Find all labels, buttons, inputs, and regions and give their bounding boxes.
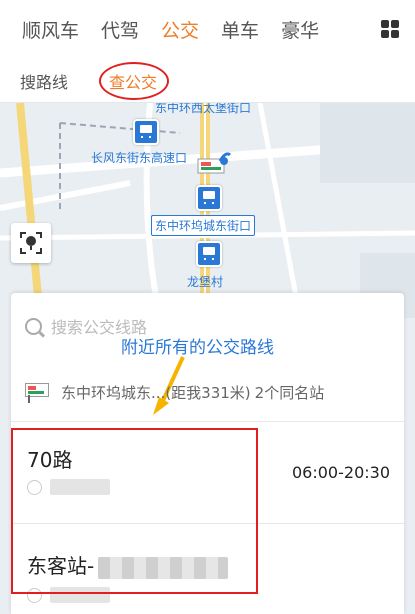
annotation-text: 附近所有的公交路线 (121, 338, 274, 358)
bus-station-icon (25, 383, 49, 403)
tab-shunfengche[interactable]: 顺风车 (22, 16, 79, 43)
grid-menu-icon[interactable] (381, 20, 399, 38)
stop-label[interactable]: 东中环西太堡街口 (155, 103, 251, 116)
highlight-box (11, 428, 258, 594)
stop-label[interactable]: 长风东街东高速口 (91, 149, 187, 166)
station-marker-icon (197, 152, 232, 174)
divider (11, 421, 404, 422)
locate-button[interactable] (11, 223, 51, 263)
station-same-name: 2个同名站 (254, 383, 325, 402)
nearby-station[interactable]: 东中环坞城东... (距我331米) 2个同名站 (25, 380, 395, 404)
top-nav: 顺风车 代驾 公交 单车 豪华 (0, 0, 415, 58)
bus-stop-icon[interactable] (196, 185, 222, 211)
stop-label[interactable]: 龙堡村 (187, 273, 223, 290)
locate-icon (20, 232, 42, 254)
map-view[interactable]: 东中环西太堡街口 长风东街东高速口 东中环坞城东街口 龙堡村 (0, 103, 415, 318)
tab-bike[interactable]: 单车 (221, 16, 259, 43)
search-icon (25, 317, 42, 335)
station-distance: (距我331米) (165, 383, 251, 402)
tab-daijia[interactable]: 代驾 (101, 16, 139, 43)
highlight-ellipse (99, 62, 169, 100)
bus-stop-icon[interactable] (196, 241, 222, 267)
bus-stop-icon[interactable] (133, 119, 159, 145)
station-name: 东中环坞城东... (61, 383, 166, 402)
tab-luxury[interactable]: 豪华 (281, 16, 319, 43)
stop-label-selected[interactable]: 东中环坞城东街口 (151, 215, 256, 236)
tab-bus[interactable]: 公交 (161, 16, 199, 43)
subtab-search-route[interactable]: 搜路线 (20, 69, 68, 93)
route-time: 06:00-20:30 (292, 463, 390, 482)
sub-nav: 搜路线 查公交 (0, 58, 415, 103)
